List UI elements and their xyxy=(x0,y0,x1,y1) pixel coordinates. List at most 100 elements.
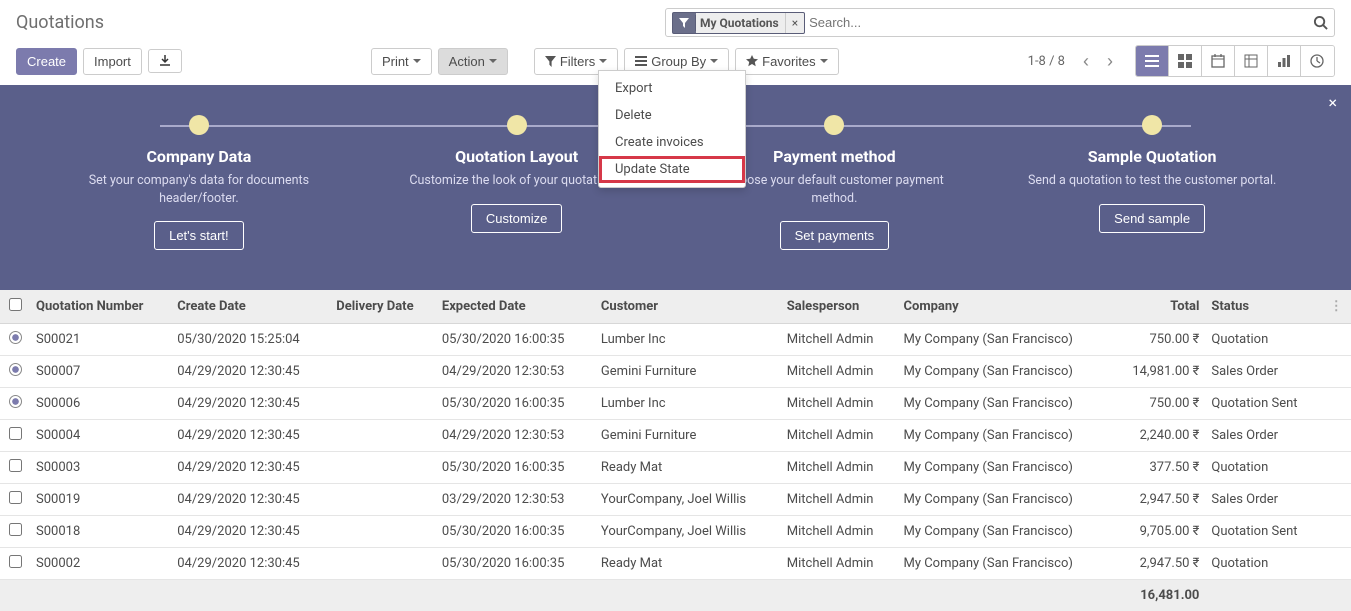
cell-create: 04/29/2020 12:30:45 xyxy=(171,516,330,548)
table-row[interactable]: S0002105/30/2020 15:25:0405/30/2020 16:0… xyxy=(0,324,1351,356)
view-switcher xyxy=(1135,45,1335,77)
cell-customer: Lumber Inc xyxy=(595,324,781,356)
row-checkbox[interactable] xyxy=(9,459,22,472)
onboard-step-company: Company Data Set your company's data for… xyxy=(69,115,329,250)
cell-number: S00007 xyxy=(30,356,171,388)
action-button[interactable]: Action xyxy=(438,48,508,75)
table-row[interactable]: S0000304/29/2020 12:30:4505/30/2020 16:0… xyxy=(0,452,1351,484)
pager: 1-8 / 8 xyxy=(1028,54,1065,69)
col-sales[interactable]: Salesperson xyxy=(781,290,898,324)
cell-total: 750.00 ₹ xyxy=(1112,324,1205,356)
row-checkbox[interactable] xyxy=(9,395,22,408)
cell-total: 377.50 ₹ xyxy=(1112,452,1205,484)
cell-create: 04/29/2020 12:30:45 xyxy=(171,420,330,452)
cell-customer: YourCompany, Joel Willis xyxy=(595,484,781,516)
cell-delivery xyxy=(330,420,436,452)
print-button[interactable]: Print xyxy=(371,48,432,75)
create-button[interactable]: Create xyxy=(16,48,77,75)
calendar-view-icon[interactable] xyxy=(1202,46,1235,76)
step-desc: Send a quotation to test the customer po… xyxy=(1022,172,1282,190)
cell-expected: 05/30/2020 16:00:35 xyxy=(436,516,595,548)
customize-button[interactable]: Customize xyxy=(471,204,562,233)
table-row[interactable]: S0001804/29/2020 12:30:4505/30/2020 16:0… xyxy=(0,516,1351,548)
col-status[interactable]: Status xyxy=(1205,290,1321,324)
row-checkbox[interactable] xyxy=(9,331,22,344)
breadcrumb: Quotations xyxy=(16,8,104,37)
list-view-icon[interactable] xyxy=(1136,46,1169,76)
graph-view-icon[interactable] xyxy=(1268,46,1301,76)
table-row[interactable]: S0000404/29/2020 12:30:4504/29/2020 12:3… xyxy=(0,420,1351,452)
table-row[interactable]: S0000704/29/2020 12:30:4504/29/2020 12:3… xyxy=(0,356,1351,388)
step-title: Company Data xyxy=(69,147,329,166)
cell-delivery xyxy=(330,516,436,548)
cell-company: My Company (San Francisco) xyxy=(897,516,1111,548)
cell-delivery xyxy=(330,484,436,516)
col-create[interactable]: Create Date xyxy=(171,290,330,324)
download-button[interactable] xyxy=(148,49,182,73)
col-number[interactable]: Quotation Number xyxy=(30,290,171,324)
row-checkbox[interactable] xyxy=(9,555,22,568)
footer-total: 16,481.00 xyxy=(1112,580,1205,611)
col-customer[interactable]: Customer xyxy=(595,290,781,324)
cell-status: Sales Order xyxy=(1205,356,1321,388)
action-delete[interactable]: Delete xyxy=(599,102,745,129)
cell-company: My Company (San Francisco) xyxy=(897,548,1111,580)
import-button[interactable]: Import xyxy=(83,48,142,75)
cell-delivery xyxy=(330,452,436,484)
table-row[interactable]: S0000604/29/2020 12:30:4505/30/2020 16:0… xyxy=(0,388,1351,420)
cell-delivery xyxy=(330,388,436,420)
cell-status: Quotation Sent xyxy=(1205,388,1321,420)
col-company[interactable]: Company xyxy=(897,290,1111,324)
cell-number: S00003 xyxy=(30,452,171,484)
close-icon[interactable]: × xyxy=(1328,93,1337,112)
lets-start-button[interactable]: Let's start! xyxy=(154,221,244,250)
cell-total: 750.00 ₹ xyxy=(1112,388,1205,420)
cell-total: 9,705.00 ₹ xyxy=(1112,516,1205,548)
cell-sales: Mitchell Admin xyxy=(781,388,898,420)
cell-sales: Mitchell Admin xyxy=(781,420,898,452)
filter-icon xyxy=(673,15,696,31)
row-checkbox[interactable] xyxy=(9,523,22,536)
cell-status: Quotation xyxy=(1205,548,1321,580)
cell-sales: Mitchell Admin xyxy=(781,324,898,356)
cell-sales: Mitchell Admin xyxy=(781,516,898,548)
col-options-icon[interactable]: ⋮ xyxy=(1321,290,1351,324)
col-total[interactable]: Total xyxy=(1112,290,1205,324)
cell-status: Quotation xyxy=(1205,452,1321,484)
cell-number: S00019 xyxy=(30,484,171,516)
table-row[interactable]: S0000204/29/2020 12:30:4505/30/2020 16:0… xyxy=(0,548,1351,580)
cell-sales: Mitchell Admin xyxy=(781,452,898,484)
send-sample-button[interactable]: Send sample xyxy=(1099,204,1205,233)
pivot-view-icon[interactable] xyxy=(1235,46,1268,76)
cell-expected: 03/29/2020 12:30:53 xyxy=(436,484,595,516)
prev-page-button[interactable]: ‹ xyxy=(1077,51,1095,72)
activity-view-icon[interactable] xyxy=(1301,46,1334,76)
cell-customer: Lumber Inc xyxy=(595,388,781,420)
search-icon[interactable] xyxy=(1313,15,1328,30)
col-delivery[interactable]: Delivery Date xyxy=(330,290,436,324)
cell-expected: 05/30/2020 16:00:35 xyxy=(436,452,595,484)
cell-company: My Company (San Francisco) xyxy=(897,452,1111,484)
cell-number: S00006 xyxy=(30,388,171,420)
select-all-checkbox[interactable] xyxy=(9,298,22,311)
search-input[interactable] xyxy=(805,11,1313,34)
kanban-view-icon[interactable] xyxy=(1169,46,1202,76)
table-row[interactable]: S0001904/29/2020 12:30:45 03/29/2020 12:3… xyxy=(0,484,1351,516)
row-checkbox[interactable] xyxy=(9,363,22,376)
action-update-state[interactable]: Update State xyxy=(599,156,745,183)
cell-create: 04/29/2020 12:30:45 xyxy=(171,484,330,516)
row-checkbox[interactable] xyxy=(9,491,22,504)
cell-customer: Ready Mat xyxy=(595,548,781,580)
row-checkbox[interactable] xyxy=(9,427,22,440)
next-page-button[interactable]: › xyxy=(1101,51,1119,72)
search-bar[interactable]: My Quotations × xyxy=(665,8,1335,37)
action-export[interactable]: Export xyxy=(599,75,745,102)
action-create-invoices[interactable]: Create invoices xyxy=(599,129,745,156)
cell-number: S00021 xyxy=(30,324,171,356)
set-payments-button[interactable]: Set payments xyxy=(780,221,890,250)
col-expected[interactable]: Expected Date xyxy=(436,290,595,324)
facet-remove-icon[interactable]: × xyxy=(786,13,804,33)
cell-delivery xyxy=(330,548,436,580)
cell-company: My Company (San Francisco) xyxy=(897,324,1111,356)
favorites-button[interactable]: Favorites xyxy=(735,48,838,75)
